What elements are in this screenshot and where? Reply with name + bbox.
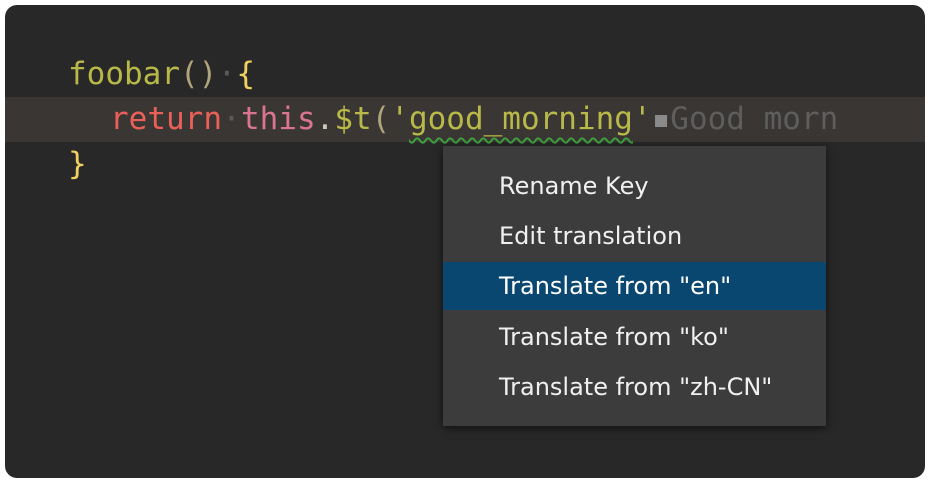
whitespace-marker: · — [222, 101, 241, 137]
whitespace-marker: · — [217, 56, 237, 92]
inline-translation-hint: Good morn — [670, 101, 839, 137]
menu-item-translate-from-ko[interactable]: Translate from "ko" — [443, 313, 826, 361]
i18n-key-string[interactable]: good_morning — [409, 101, 633, 137]
inline-hint-separator: ▪ — [651, 101, 671, 137]
member-dot: . — [315, 101, 335, 137]
open-brace: { — [236, 56, 255, 92]
menu-item-translate-from-zh-cn[interactable]: Translate from "zh-CN" — [443, 363, 826, 411]
context-menu: Rename Key Edit translation Translate fr… — [443, 146, 826, 426]
quote-close: ' — [632, 101, 652, 137]
menu-item-edit-translation[interactable]: Edit translation — [443, 212, 826, 260]
this-keyword: this — [240, 101, 316, 137]
function-name: foobar — [68, 56, 180, 92]
menu-item-rename-key[interactable]: Rename Key — [443, 162, 826, 210]
code-line-1[interactable]: foobar()·{ — [5, 52, 925, 97]
close-brace: } — [68, 146, 87, 182]
code-line-2-current[interactable]: return·this.$t('good_morning'▪Good morn — [5, 97, 925, 142]
translate-method: $t — [334, 101, 372, 137]
menu-item-translate-from-en[interactable]: Translate from "en" — [443, 262, 826, 310]
parentheses: () — [179, 56, 218, 92]
open-paren: ( — [371, 101, 391, 137]
return-keyword: return — [110, 101, 222, 137]
quote-open: ' — [390, 101, 409, 137]
